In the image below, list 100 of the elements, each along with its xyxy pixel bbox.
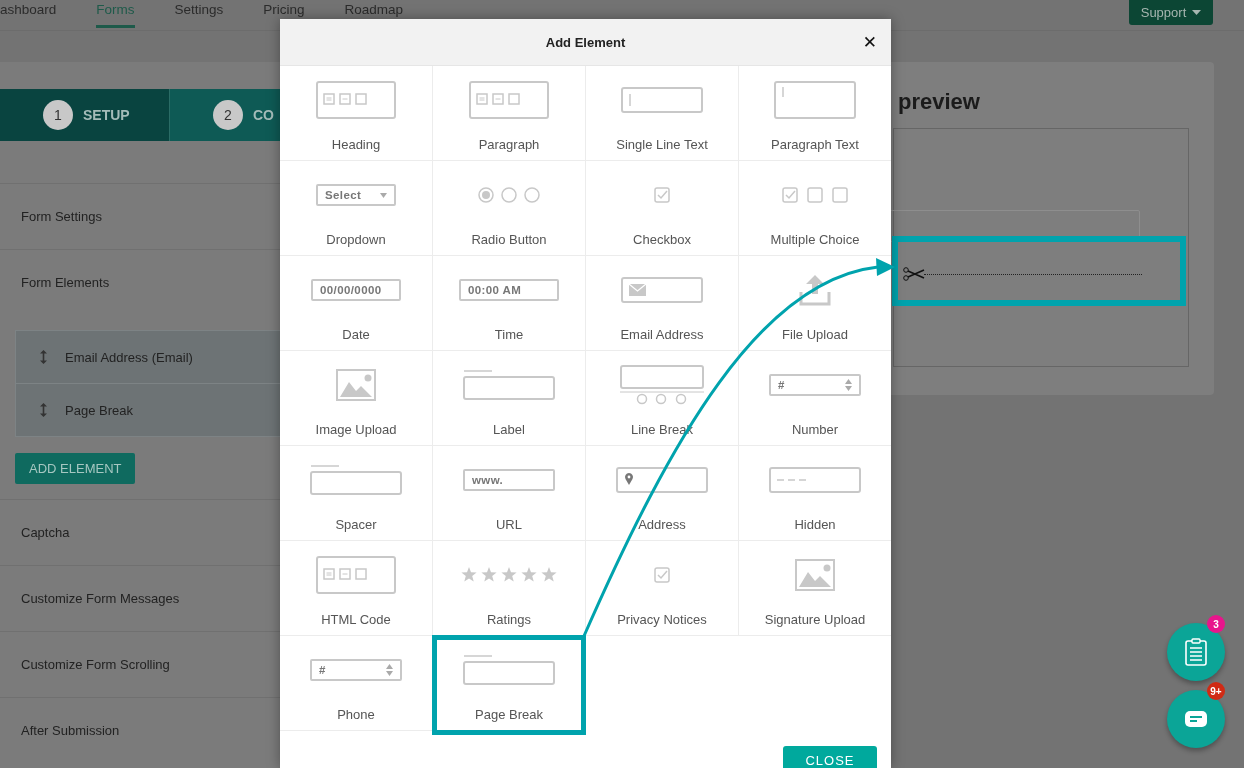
- tile-label: URL: [496, 517, 522, 532]
- element-tile[interactable]: www. URL: [433, 446, 586, 541]
- dialog-title: Add Element: [545, 34, 626, 50]
- email-input-icon: [621, 277, 703, 303]
- tile-label: Spacer: [335, 517, 377, 532]
- element-tile[interactable]: Radio Button: [433, 161, 586, 256]
- tile-label: Paragraph Text: [771, 137, 859, 152]
- element-tile[interactable]: Spacer: [280, 446, 433, 541]
- tile-label: Number: [791, 422, 839, 437]
- text-block-icon: [316, 556, 396, 594]
- step-label: CO: [253, 107, 274, 123]
- tile-label: Address: [638, 517, 686, 532]
- element-tile[interactable]: # Number: [739, 351, 891, 446]
- labeled-field-icon: [463, 369, 555, 401]
- section-title[interactable]: Form Settings: [21, 209, 102, 224]
- element-tile[interactable]: Single Line Text: [586, 66, 739, 161]
- hidden-field-icon: [769, 467, 861, 493]
- element-tile[interactable]: Heading: [280, 66, 433, 161]
- step-number: 2: [213, 100, 243, 130]
- sample-text: #: [319, 664, 326, 676]
- element-tile[interactable]: Label: [433, 351, 586, 446]
- element-name: Page Break: [65, 402, 133, 418]
- tile-label: File Upload: [782, 327, 848, 342]
- text-block-icon: [316, 81, 396, 119]
- tile-label: Time: [494, 327, 524, 342]
- tile-label: Dropdown: [326, 232, 386, 247]
- element-tile[interactable]: Address: [586, 446, 739, 541]
- tile-label: Signature Upload: [764, 612, 866, 627]
- element-tile[interactable]: Select Dropdown: [280, 161, 433, 256]
- element-tile[interactable]: Multiple Choice: [739, 161, 891, 256]
- element-tile[interactable]: Hidden: [739, 446, 891, 541]
- tile-label: Page Break: [475, 707, 543, 722]
- sample-text: Select: [325, 189, 362, 201]
- radio-buttons-icon: [477, 186, 541, 204]
- checkbox-icon: [654, 187, 670, 203]
- chat-icon: [1185, 711, 1207, 727]
- notification-badge: 3: [1207, 615, 1225, 633]
- stars-icon: [461, 566, 557, 584]
- spinner-arrows-icon: [386, 664, 393, 676]
- section-title[interactable]: Form Elements: [21, 275, 110, 290]
- caret-icon: [380, 192, 387, 198]
- tile-label: Single Line Text: [616, 137, 708, 152]
- tile-label: Radio Button: [471, 232, 547, 247]
- tile-label: Email Address: [620, 327, 704, 342]
- tile-label: Image Upload: [315, 422, 397, 437]
- image-icon: [336, 369, 376, 401]
- element-tile[interactable]: 00/00/0000 Date: [280, 256, 433, 351]
- add-element-button[interactable]: ADD ELEMENT: [15, 453, 136, 484]
- sample-text: #: [778, 379, 785, 391]
- section-title[interactable]: After Submission: [21, 723, 120, 738]
- step-label: SETUP: [83, 107, 130, 123]
- element-tile[interactable]: HTML Code: [280, 541, 433, 636]
- step-tab[interactable]: 1 SETUP: [0, 89, 170, 141]
- checkbox-icon: [654, 567, 670, 583]
- line-break-icon: [620, 365, 704, 405]
- tile-label: HTML Code: [321, 612, 391, 627]
- tile-label: Privacy Notices: [617, 612, 707, 627]
- element-tile[interactable]: Paragraph: [433, 66, 586, 161]
- element-tile[interactable]: Signature Upload: [739, 541, 891, 636]
- section-title[interactable]: Customize Form Messages: [21, 591, 180, 606]
- text-area-icon: [774, 81, 856, 119]
- tile-label: Hidden: [794, 517, 836, 532]
- tile-label: Label: [493, 422, 525, 437]
- element-tile[interactable]: File Upload: [739, 256, 891, 351]
- notification-badge: 9+: [1207, 682, 1225, 700]
- drag-handle-icon[interactable]: [40, 403, 47, 417]
- tile-label: Date: [342, 327, 370, 342]
- tile-label: Paragraph: [478, 137, 540, 152]
- tile-label: Multiple Choice: [770, 232, 860, 247]
- section-title[interactable]: Captcha: [21, 525, 70, 540]
- element-tile[interactable]: Image Upload: [280, 351, 433, 446]
- element-name: Email Address (Email): [65, 349, 193, 365]
- element-tile[interactable]: 00:00 AM Time: [433, 256, 586, 351]
- element-tile[interactable]: Email Address: [586, 256, 739, 351]
- sample-text: www.: [472, 474, 504, 486]
- support-button[interactable]: Support: [1129, 0, 1213, 25]
- drag-handle-icon[interactable]: [40, 350, 47, 364]
- section-title[interactable]: Customize Form Scrolling: [21, 657, 170, 672]
- sample-text: 00:00 AM: [468, 284, 522, 296]
- labeled-field-icon: [463, 654, 555, 686]
- image-icon: [795, 559, 835, 591]
- clipboard-icon: [1185, 638, 1207, 666]
- element-tile[interactable]: Page Break: [432, 635, 586, 735]
- step-number: 1: [43, 100, 73, 130]
- location-field-icon: [616, 467, 708, 493]
- element-tile[interactable]: Privacy Notices: [586, 541, 739, 636]
- upload-icon: [799, 274, 831, 306]
- text-block-icon: [469, 81, 549, 119]
- text-input-icon: [621, 87, 703, 113]
- tile-label: Phone: [337, 707, 375, 722]
- preview-title: preview: [898, 89, 981, 116]
- scissors-icon: [903, 267, 925, 281]
- tile-label: Ratings: [486, 612, 532, 627]
- element-tile[interactable]: Paragraph Text: [739, 66, 891, 161]
- element-tile[interactable]: # Phone: [280, 636, 433, 731]
- labeled-field-icon: [310, 464, 402, 496]
- checkboxes-icon: [782, 187, 848, 203]
- element-tile[interactable]: Checkbox: [586, 161, 739, 256]
- spinner-arrows-icon: [845, 379, 852, 391]
- caret-icon: [1192, 10, 1202, 15]
